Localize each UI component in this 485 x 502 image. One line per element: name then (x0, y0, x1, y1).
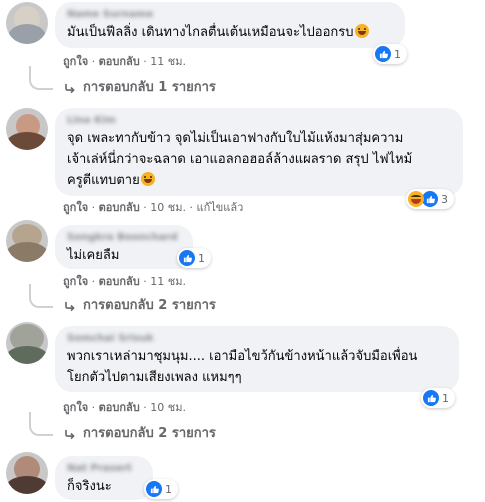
comment-line: พวกเราเหล่ามาชุมนุม.... เอามือไขว้กันข้า… (67, 349, 418, 364)
comment-actions: ถูกใจ · ตอบกลับ · 10 ชม. (63, 401, 186, 414)
like-icon (179, 250, 195, 266)
like-button[interactable]: ถูกใจ (63, 275, 88, 288)
reply-button[interactable]: ตอบกลับ (99, 275, 140, 288)
comment-time[interactable]: 11 ชม. (150, 55, 186, 68)
comment-time[interactable]: 10 ชม. (150, 401, 186, 414)
reaction-summary[interactable]: 1 (177, 248, 211, 268)
replies-label: การตอบกลับ 2 รายการ (83, 426, 216, 441)
reply-arrow-icon (65, 430, 75, 440)
comment-text: พวกเราเหล่ามาชุมนุม.... เอามือไขว้กันข้า… (67, 346, 447, 388)
replies-label: การตอบกลับ 1 รายการ (83, 80, 216, 95)
reaction-summary[interactable]: 3 (406, 189, 454, 209)
comment-text: มันเป็นฟีลลิ่ง เดินทางไกลตื่นเต้นเหมือนจ… (67, 22, 393, 43)
comment-actions: ถูกใจ · ตอบกลับ · 10 ชม. · แก้ไขแล้ว (63, 201, 244, 214)
like-button[interactable]: ถูกใจ (63, 55, 88, 68)
comment-author[interactable]: Name Surname (67, 8, 393, 22)
reaction-count: 1 (165, 482, 172, 496)
comment-actions: ถูกใจ · ตอบกลับ · 11 ชม. (63, 55, 186, 68)
like-icon (375, 46, 391, 62)
view-replies-link[interactable]: การตอบกลับ 2 รายการ (29, 284, 216, 314)
like-icon (422, 191, 438, 207)
laughing-emoji-icon (354, 24, 369, 38)
reaction-count: 1 (198, 251, 205, 265)
comment-text: ก็จริงนะ (67, 476, 141, 497)
comment-line: ครูตีแทบตาย (67, 173, 140, 188)
reply-button[interactable]: ตอบกลับ (99, 201, 140, 214)
like-icon (423, 390, 439, 406)
comment-text: ไม่เคยลืม (67, 245, 181, 266)
comment-bubble: Songkra Boonchard ไม่เคยลืม (55, 225, 193, 269)
reply-arrow-icon (65, 84, 75, 94)
like-icon (146, 481, 162, 497)
reaction-summary[interactable]: 1 (421, 388, 455, 408)
comment-text: จุด เพละทากับข้าว จุดไม่เป็นเอาฟางกับใบไ… (67, 128, 451, 191)
view-replies-link[interactable]: การตอบกลับ 1 รายการ (29, 66, 216, 96)
thread-line (29, 284, 53, 308)
reaction-count: 1 (442, 391, 449, 405)
thread-line (29, 412, 53, 436)
comment-author[interactable]: Nat Prasert (67, 462, 141, 476)
avatar[interactable] (6, 452, 48, 494)
comment-bubble: Name Surname มันเป็นฟีลลิ่ง เดินทางไกลตื… (55, 2, 405, 48)
like-button[interactable]: ถูกใจ (63, 401, 88, 414)
avatar[interactable] (6, 220, 48, 262)
comment-line: มันเป็นฟีลลิ่ง เดินทางไกลตื่นเต้นเหมือนจ… (67, 25, 354, 40)
comment-line: โยกตัวไปตามเสียงเพลง แหมๆๆ (67, 370, 242, 385)
reaction-count: 1 (394, 47, 401, 61)
thread-line (29, 66, 53, 90)
reply-button[interactable]: ตอบกลับ (99, 401, 140, 414)
comment-line: จุด เพละทากับข้าว จุดไม่เป็นเอาฟางกับใบไ… (67, 131, 404, 146)
avatar[interactable] (6, 322, 48, 364)
reaction-summary[interactable]: 1 (373, 44, 407, 64)
replies-label: การตอบกลับ 2 รายการ (83, 298, 216, 313)
comment-actions: ถูกใจ · ตอบกลับ · 11 ชม. (63, 275, 186, 288)
comment-line: เจ้าเล่ห์นี่กว่าจะฉลาด เอาแอลกอฮอล์ล้างแ… (67, 152, 413, 167)
reaction-count: 3 (441, 192, 448, 206)
haha-icon (408, 191, 424, 207)
view-replies-link[interactable]: การตอบกลับ 2 รายการ (29, 412, 216, 442)
edited-label[interactable]: แก้ไขแล้ว (196, 201, 243, 214)
comment-time[interactable]: 11 ชม. (150, 275, 186, 288)
comment-bubble: Nat Prasert ก็จริงนะ (55, 456, 153, 500)
avatar[interactable] (6, 2, 48, 44)
comment-bubble: Lina Kim จุด เพละทากับข้าว จุดไม่เป็นเอา… (55, 108, 463, 196)
comment-bubble: Somchai Srisuk พวกเราเหล่ามาชุมนุม.... เ… (55, 326, 459, 392)
avatar[interactable] (6, 108, 48, 150)
comment-line: ไม่เคยลืม (67, 248, 120, 263)
reply-arrow-icon (65, 302, 75, 312)
comment-time[interactable]: 10 ชม. (150, 201, 186, 214)
comment-author[interactable]: Lina Kim (67, 114, 451, 128)
comment-author[interactable]: Songkra Boonchard (67, 231, 181, 245)
comment-author[interactable]: Somchai Srisuk (67, 332, 447, 346)
reaction-summary[interactable]: 1 (144, 479, 178, 499)
like-button[interactable]: ถูกใจ (63, 201, 88, 214)
grinning-emoji-icon (140, 172, 155, 186)
reply-button[interactable]: ตอบกลับ (99, 55, 140, 68)
comment-line: ก็จริงนะ (67, 479, 112, 494)
